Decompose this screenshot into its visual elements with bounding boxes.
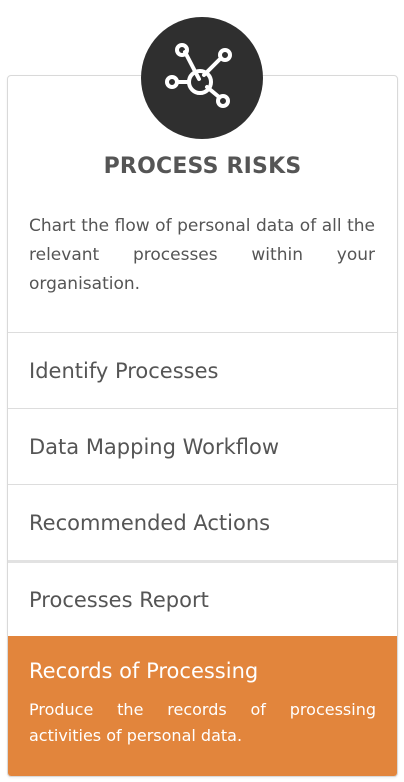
menu-item-records-of-processing[interactable]: Records of Processing Produce the record…	[8, 636, 397, 776]
panel-title: PROCESS RISKS	[103, 154, 302, 179]
menu-item-recommended-actions[interactable]: Recommended Actions	[8, 484, 397, 560]
menu-item-label: Identify Processes	[29, 358, 219, 383]
menu-item-label: Recommended Actions	[29, 510, 271, 535]
menu-item-processes-report[interactable]: Processes Report	[8, 560, 397, 636]
network-nodes-icon	[165, 43, 232, 108]
panel-description: Chart the flow of personal data of all t…	[29, 216, 375, 294]
menu-item-identify-processes[interactable]: Identify Processes	[8, 332, 397, 408]
process-risks-card: PROCESS RISKS Chart the flow of personal…	[7, 75, 398, 777]
menu-item-label: Data Mapping Workflow	[29, 434, 280, 459]
process-network-icon	[141, 17, 263, 139]
active-item-label: Records of Processing	[29, 659, 259, 683]
active-item-description: Produce the records of processing activi…	[29, 700, 376, 745]
menu-item-label: Processes Report	[29, 587, 209, 612]
menu-item-data-mapping-workflow[interactable]: Data Mapping Workflow	[8, 408, 397, 484]
